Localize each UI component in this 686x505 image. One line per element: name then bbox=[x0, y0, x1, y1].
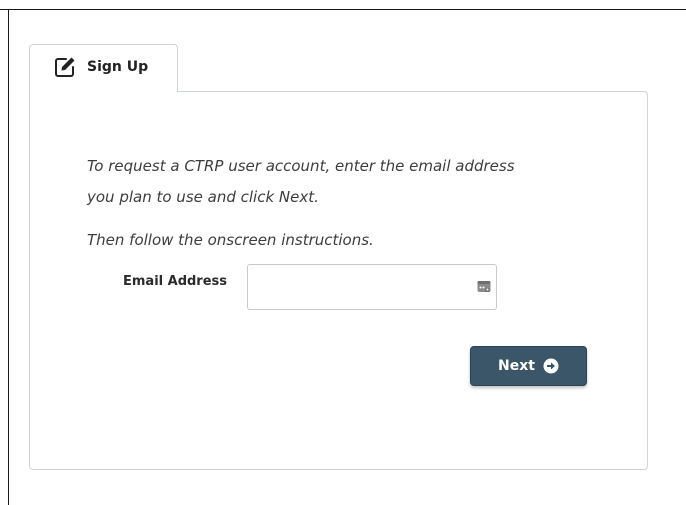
email-field[interactable] bbox=[248, 265, 478, 309]
email-label: Email Address bbox=[123, 274, 228, 289]
next-button-label: Next bbox=[498, 358, 535, 374]
arrow-circle-right-icon bbox=[543, 358, 559, 374]
tab-sign-up[interactable]: Sign Up bbox=[29, 44, 178, 92]
instruction-line-2: you plan to use and click Next. bbox=[87, 188, 319, 206]
email-field-container bbox=[247, 264, 497, 310]
instruction-line-1: To request a CTRP user account, enter th… bbox=[87, 157, 515, 175]
edit-icon bbox=[53, 55, 77, 79]
contact-card-icon[interactable] bbox=[477, 279, 491, 293]
instruction-line-3: Then follow the onscreen instructions. bbox=[87, 231, 374, 249]
next-button[interactable]: Next bbox=[470, 346, 587, 386]
tab-label: Sign Up bbox=[87, 58, 149, 75]
frame-top-border bbox=[0, 9, 686, 10]
frame-left-border bbox=[8, 9, 9, 505]
